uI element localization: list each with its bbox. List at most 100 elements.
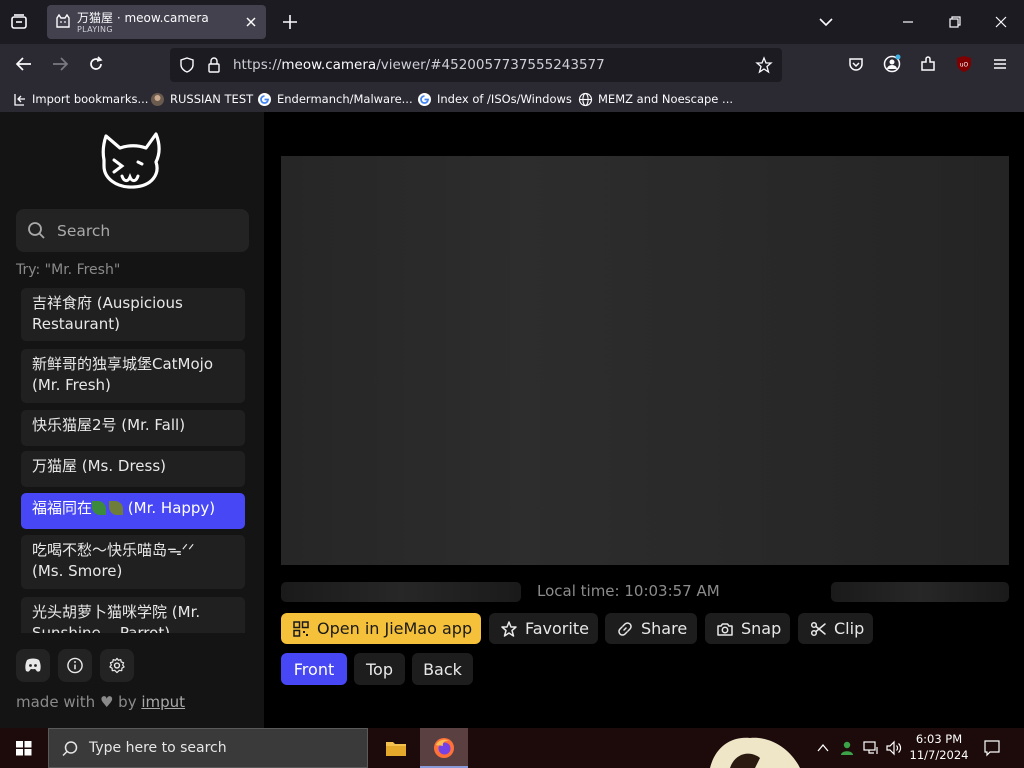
camera-back-button[interactable]: Back: [412, 653, 473, 685]
feeder-list[interactable]: 吉祥食府 (Auspicious Restaurant) 新鲜哥的独享城堡Cat…: [16, 286, 249, 633]
meow-camera-logo-icon[interactable]: [98, 130, 168, 194]
url-scheme: https://: [233, 57, 282, 73]
imput-link[interactable]: imput: [141, 693, 185, 711]
firefox-app[interactable]: [420, 728, 468, 768]
camera-video-player[interactable]: [281, 156, 1009, 565]
camera-front-button[interactable]: Front: [281, 653, 347, 685]
tab-playing-status: PLAYING: [77, 25, 113, 34]
folder-icon: [386, 742, 406, 756]
feeder-item[interactable]: 万猫屋 (Ms. Dress): [21, 451, 245, 487]
star-icon: [501, 620, 517, 637]
taskbar-clock[interactable]: 6:03 PM 11/7/2024: [905, 731, 973, 763]
google-icon: [258, 92, 271, 106]
feeder-item[interactable]: 快乐猫屋2号 (Mr. Fall): [21, 410, 245, 446]
feeder-name-line2: (Mr. Fresh): [32, 376, 111, 394]
feeder-name: 新鲜哥的独享城堡CatMojo: [32, 355, 214, 373]
pocket-icon[interactable]: [846, 54, 866, 74]
minimize-icon[interactable]: [898, 12, 918, 32]
bookmark-label: Endermanch/Malware...: [277, 92, 413, 106]
ublock-origin-icon[interactable]: uO: [954, 54, 974, 74]
feeder-item[interactable]: 新鲜哥的独享城堡CatMojo (Mr. Fresh): [21, 349, 245, 403]
taskbar-search-box[interactable]: Type here to search: [48, 728, 368, 768]
camera-top-button[interactable]: Top: [354, 653, 405, 685]
close-window-icon[interactable]: [991, 12, 1011, 32]
close-tab-icon[interactable]: [243, 14, 259, 30]
loading-skeleton-right: [831, 582, 1009, 602]
favorite-button[interactable]: Favorite: [489, 613, 598, 644]
tray-network-icon[interactable]: [862, 739, 880, 757]
bookmarks-toolbar: Import bookmarks... RUSSIAN TEST Enderma…: [0, 86, 1024, 112]
cat-emoji-icon: [109, 501, 124, 515]
url-text[interactable]: https://meow.camera/viewer/#452005773755…: [233, 57, 605, 73]
leaf-emoji-icon: [92, 501, 107, 515]
list-all-tabs-chevron-icon[interactable]: [816, 12, 836, 32]
tray-volume-icon[interactable]: [885, 739, 903, 757]
heart-icon: ♥: [99, 693, 114, 711]
clip-button[interactable]: Clip: [798, 613, 873, 644]
discord-button[interactable]: [16, 649, 50, 682]
bookmark-star-icon[interactable]: [755, 56, 773, 74]
browser-tab-bar: 万猫屋 · meow.camera PLAYING: [0, 0, 1024, 44]
feeder-name: 快乐猫屋2号 (Mr. Fall): [32, 416, 186, 434]
feeder-name-line2: Sunshine... Parrot): [32, 624, 171, 633]
sidebar: Try: "Mr. Fresh" 吉祥食府 (Auspicious Restau…: [0, 112, 264, 728]
google-icon: [418, 92, 431, 106]
camera-front-label: Front: [293, 659, 335, 679]
scissors-icon: [810, 621, 826, 636]
share-button[interactable]: Share: [605, 613, 697, 644]
extensions-icon[interactable]: [918, 54, 938, 74]
feeder-item-active[interactable]: 福福同在 (Mr. Happy): [21, 493, 245, 529]
camera-top-label: Top: [366, 659, 393, 679]
info-icon: [67, 657, 83, 674]
new-tab-icon[interactable]: [280, 12, 300, 32]
favorite-label: Favorite: [525, 619, 589, 638]
feeder-item[interactable]: 光头胡萝卜猫咪学院 (Mr. Sunshine... Parrot): [21, 597, 245, 633]
feeder-name-line2: (Ms. Smore): [32, 562, 123, 580]
loading-skeleton-left: [281, 582, 521, 602]
info-button[interactable]: [58, 649, 92, 682]
notification-center-icon[interactable]: [983, 739, 1001, 757]
bookmark-label: Index of /ISOs/Windows: [437, 92, 572, 106]
lock-icon[interactable]: [205, 56, 223, 74]
reload-icon[interactable]: [86, 54, 106, 74]
feeder-search-box[interactable]: [16, 209, 249, 252]
feeder-name: 吃喝不愁～快乐喵岛ᯓᐟᐟ: [32, 541, 195, 559]
svg-text:uO: uO: [960, 62, 969, 69]
bookmark-memz[interactable]: MEMZ and Noescape ...: [578, 90, 733, 108]
tray-people-icon[interactable]: [838, 739, 856, 757]
bookmark-index-isos[interactable]: Index of /ISOs/Windows: [417, 90, 572, 108]
hamburger-menu-icon[interactable]: [990, 54, 1010, 74]
bookmark-import[interactable]: Import bookmarks...: [12, 90, 148, 108]
bookmark-russian-test[interactable]: RUSSIAN TEST: [150, 90, 253, 108]
bookmark-endermanch[interactable]: Endermanch/Malware...: [257, 90, 413, 108]
open-in-jiemao-button[interactable]: Open in JieMao app: [281, 613, 481, 644]
bookmark-label: Import bookmarks...: [32, 92, 149, 106]
tracking-shield-icon[interactable]: [178, 56, 196, 74]
windows-start-icon[interactable]: [0, 728, 48, 768]
discord-icon: [25, 658, 41, 672]
feeder-item[interactable]: 吉祥食府 (Auspicious Restaurant): [21, 288, 245, 341]
feeder-name: 吉祥食府 (Auspicious: [32, 294, 183, 312]
cat-favicon-icon: [56, 14, 70, 28]
address-bar[interactable]: https://meow.camera/viewer/#452005773755…: [170, 48, 782, 82]
clock-date: 11/7/2024: [909, 748, 969, 762]
feeder-item[interactable]: 吃喝不愁～快乐喵岛ᯓᐟᐟ (Ms. Smore): [21, 535, 245, 589]
snap-button[interactable]: Snap: [705, 613, 790, 644]
restore-icon[interactable]: [945, 12, 965, 32]
settings-button[interactable]: [100, 649, 134, 682]
search-input[interactable]: [57, 217, 242, 244]
browser-tab-active[interactable]: 万猫屋 · meow.camera PLAYING: [47, 5, 266, 39]
feeder-name-part: (Mr. Happy): [127, 499, 216, 517]
made-with-text: made with: [16, 693, 96, 711]
forward-arrow-icon[interactable]: [50, 54, 70, 74]
local-time: Local time: 10:03:57 AM: [537, 582, 720, 600]
back-arrow-icon[interactable]: [14, 54, 34, 74]
camera-back-label: Back: [423, 659, 462, 679]
search-icon: [28, 222, 45, 239]
tab-list-icon[interactable]: [8, 11, 30, 33]
made-with-credit: made with ♥ by imput: [16, 693, 185, 711]
account-icon[interactable]: [882, 54, 902, 74]
file-explorer-app[interactable]: [372, 728, 420, 768]
clock-time: 6:03 PM: [915, 732, 963, 746]
tray-chevron-up-icon[interactable]: [815, 741, 831, 755]
